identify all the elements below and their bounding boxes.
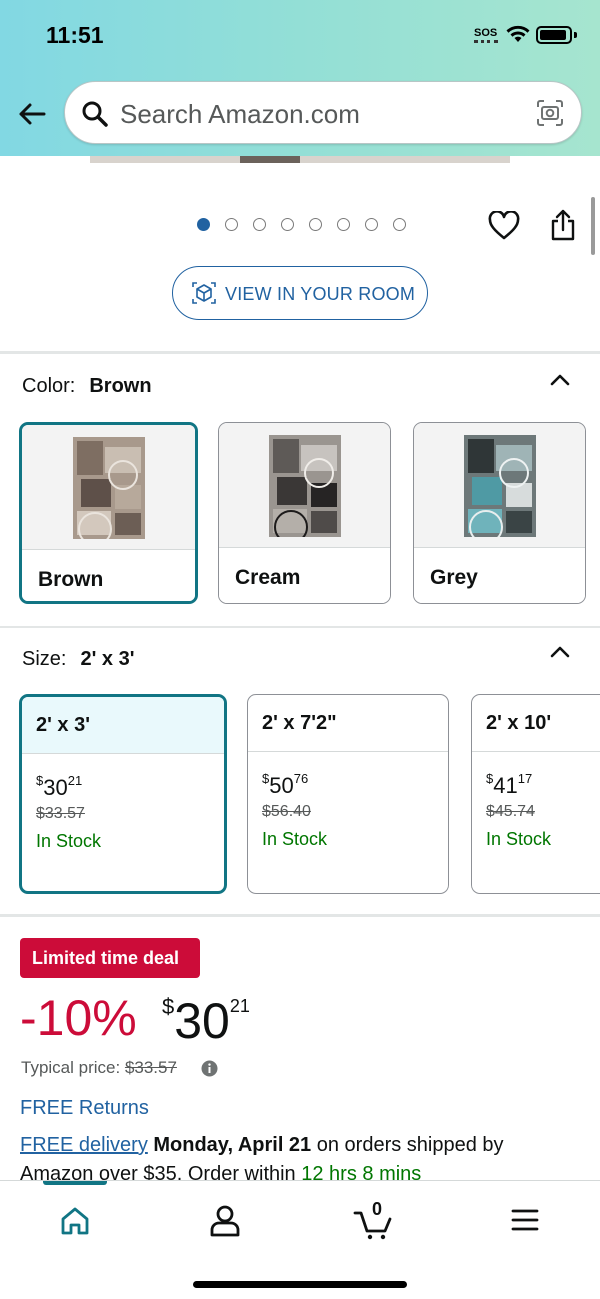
menu-icon[interactable] — [495, 1201, 555, 1241]
view-in-room-label: VIEW IN YOUR ROOM — [225, 284, 416, 304]
search-icon — [82, 101, 108, 127]
carousel-dot[interactable] — [365, 218, 378, 231]
discount-percent: -10% — [20, 990, 137, 1046]
size-option-price: $5076 — [262, 771, 309, 798]
carousel-dot[interactable] — [393, 218, 406, 231]
image-carousel-dots[interactable] — [197, 218, 406, 231]
home-indicator-bar — [193, 1281, 407, 1288]
size-option-list-price: $56.40 — [262, 803, 311, 820]
ar-cube-icon — [192, 282, 216, 304]
wifi-icon — [506, 25, 530, 42]
swatch-image-area — [414, 423, 585, 547]
swatch-image-area — [219, 423, 390, 547]
color-option-label: Cream — [235, 566, 301, 589]
size-option-stock: In Stock — [36, 831, 102, 851]
carousel-dot[interactable] — [309, 218, 322, 231]
scroll-indicator — [591, 197, 595, 255]
camera-search-icon[interactable] — [535, 98, 565, 128]
color-option-label: Grey — [430, 566, 478, 589]
swatch-image-area — [22, 425, 195, 549]
color-option-grey[interactable]: Grey — [413, 422, 586, 604]
size-option-stock: In Stock — [486, 829, 552, 849]
rug-swatch-grey — [464, 435, 536, 537]
carousel-dot[interactable] — [281, 218, 294, 231]
carousel-dot[interactable] — [337, 218, 350, 231]
bottom-navigation: 0 — [0, 1180, 600, 1299]
view-in-room-button[interactable]: VIEW IN YOUR ROOM — [172, 266, 428, 320]
section-divider — [0, 914, 600, 917]
size-selector-label: Size: 2' x 3' — [22, 648, 135, 670]
active-tab-indicator — [43, 1181, 107, 1185]
battery-icon — [536, 26, 572, 44]
chevron-up-icon[interactable] — [548, 370, 572, 390]
section-divider — [0, 626, 600, 628]
carousel-dot[interactable] — [253, 218, 266, 231]
delivery-date: Monday, April 21 — [153, 1134, 312, 1156]
sos-indicator: SOS — [474, 27, 498, 39]
product-image-edge-detail — [240, 156, 300, 163]
share-icon[interactable] — [549, 208, 577, 242]
search-input[interactable]: Search Amazon.com — [64, 81, 582, 144]
rug-swatch-cream — [269, 435, 341, 537]
typical-price: Typical price: $33.57 — [21, 1058, 177, 1077]
size-option-list-price: $33.57 — [36, 805, 85, 822]
size-option[interactable]: 2' x 3' $3021 $33.57 In Stock — [19, 694, 227, 894]
typical-price-value: $33.57 — [124, 1058, 177, 1077]
color-option-brown[interactable]: Brown — [19, 422, 198, 604]
limited-time-deal-badge: Limited time deal — [20, 938, 200, 978]
color-option-cream[interactable]: Cream — [218, 422, 391, 604]
back-arrow-icon[interactable] — [14, 96, 50, 132]
carousel-dot[interactable] — [197, 218, 210, 231]
section-divider — [0, 351, 600, 354]
cart-button[interactable]: 0 — [345, 1199, 405, 1241]
cart-count: 0 — [372, 1199, 383, 1219]
free-returns-link[interactable]: FREE Returns — [20, 1097, 149, 1120]
size-option[interactable]: 2' x 10' $4117 $45.74 In Stock — [471, 694, 600, 894]
app-header: 11:51 SOS Search Amazon.com — [0, 0, 600, 156]
size-selected-value: 2' x 3' — [80, 648, 135, 670]
heart-icon[interactable] — [488, 211, 520, 241]
size-option[interactable]: 2' x 7'2" $5076 $56.40 In Stock — [247, 694, 449, 894]
size-option-label: 2' x 10' — [486, 712, 552, 734]
free-delivery-link[interactable]: FREE delivery — [20, 1134, 148, 1156]
deal-price: $3021 — [162, 993, 250, 1049]
size-option-stock: In Stock — [262, 829, 328, 849]
color-option-label: Brown — [38, 568, 104, 591]
search-placeholder: Search Amazon.com — [120, 99, 360, 129]
home-icon[interactable] — [45, 1201, 105, 1241]
account-icon[interactable] — [195, 1201, 255, 1241]
size-option-list-price: $45.74 — [486, 803, 535, 820]
deal-badge-label: Limited time deal — [32, 948, 180, 968]
cellular-dots — [474, 40, 498, 43]
product-image-edge — [90, 156, 510, 163]
size-option-label: 2' x 3' — [36, 714, 90, 736]
color-selected-value: Brown — [89, 375, 152, 397]
color-selector-label: Color: Brown — [22, 375, 152, 397]
size-option-price: $4117 — [486, 771, 533, 798]
size-option-label: 2' x 7'2" — [262, 712, 337, 734]
battery-tip — [574, 32, 577, 38]
chevron-up-icon[interactable] — [548, 642, 572, 662]
carousel-dot[interactable] — [225, 218, 238, 231]
status-time: 11:51 — [46, 22, 104, 48]
info-icon[interactable] — [201, 1060, 218, 1077]
rug-swatch-brown — [73, 437, 145, 539]
size-option-price: $3021 — [36, 773, 83, 800]
